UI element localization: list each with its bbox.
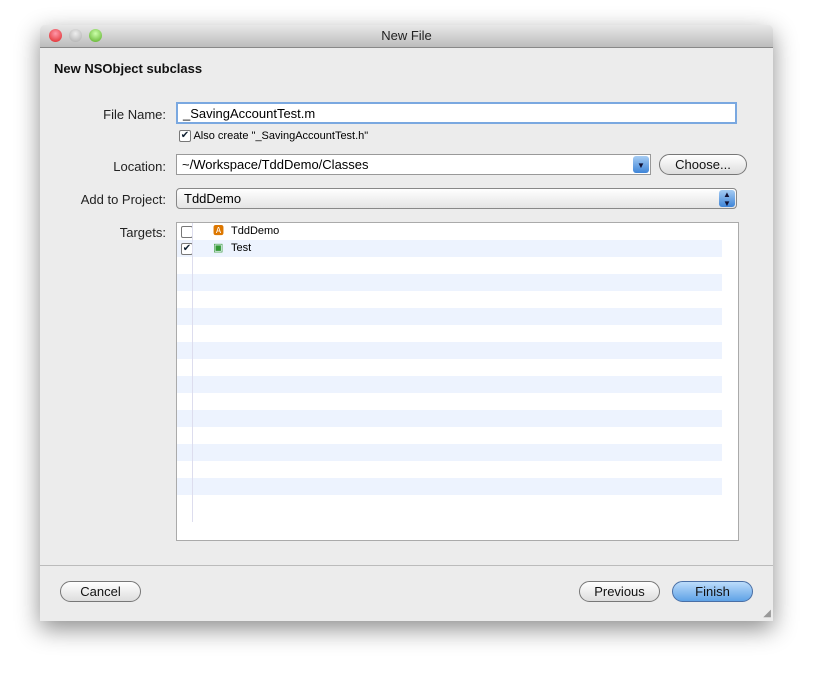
location-label: Location: (113, 159, 166, 174)
title-bar: New File (40, 25, 773, 48)
page-heading: New NSObject subclass (54, 61, 203, 76)
add-to-project-label: Add to Project: (80, 192, 166, 207)
minimize-button[interactable] (69, 29, 82, 42)
checkbox-checked[interactable]: ✔ (179, 130, 191, 143)
file-name-label: File Name: (103, 107, 166, 122)
file-name-input[interactable]: _SavingAccountTest.m (176, 102, 737, 124)
location-value: ~/Workspace/TddDemo/Classes (182, 157, 369, 172)
new-file-window: New File New NSObject subclass File Name… (40, 25, 773, 621)
project-value: TddDemo (184, 191, 242, 206)
close-button[interactable] (49, 29, 62, 42)
up-down-arrows-icon: ▲ ▼ (719, 190, 735, 208)
finish-button[interactable]: Finish (672, 581, 753, 602)
test-bundle-icon: ▣ (213, 242, 224, 254)
target-name: Test (231, 242, 252, 254)
targets-label: Targets: (119, 225, 166, 240)
app-target-icon: 🅰 (213, 225, 224, 237)
chevron-down-icon[interactable]: ▼ (633, 156, 649, 173)
targets-table: 🅰 TddDemo ✔ ▣ Test (176, 222, 739, 541)
target-row[interactable]: ✔ ▣ Test (177, 240, 722, 257)
also-create-label: Also create "_SavingAccountTest.h" (193, 130, 369, 142)
target-row[interactable]: 🅰 TddDemo (177, 223, 722, 240)
button-bar (40, 565, 773, 566)
location-combo[interactable]: ~/Workspace/TddDemo/Classes ▼ (176, 154, 651, 175)
cancel-button[interactable]: Cancel (60, 581, 141, 602)
target-name: TddDemo (231, 225, 280, 237)
project-popup[interactable]: TddDemo ▲ ▼ (176, 188, 737, 209)
zoom-button[interactable] (89, 29, 102, 42)
window-title: New File (381, 28, 432, 43)
choose-button[interactable]: Choose... (659, 154, 747, 175)
also-create-checkbox[interactable]: ✔ Also create "_SavingAccountTest.h" (179, 130, 369, 143)
resize-grip-icon[interactable]: ◢ (763, 608, 771, 619)
previous-button[interactable]: Previous (579, 581, 660, 602)
